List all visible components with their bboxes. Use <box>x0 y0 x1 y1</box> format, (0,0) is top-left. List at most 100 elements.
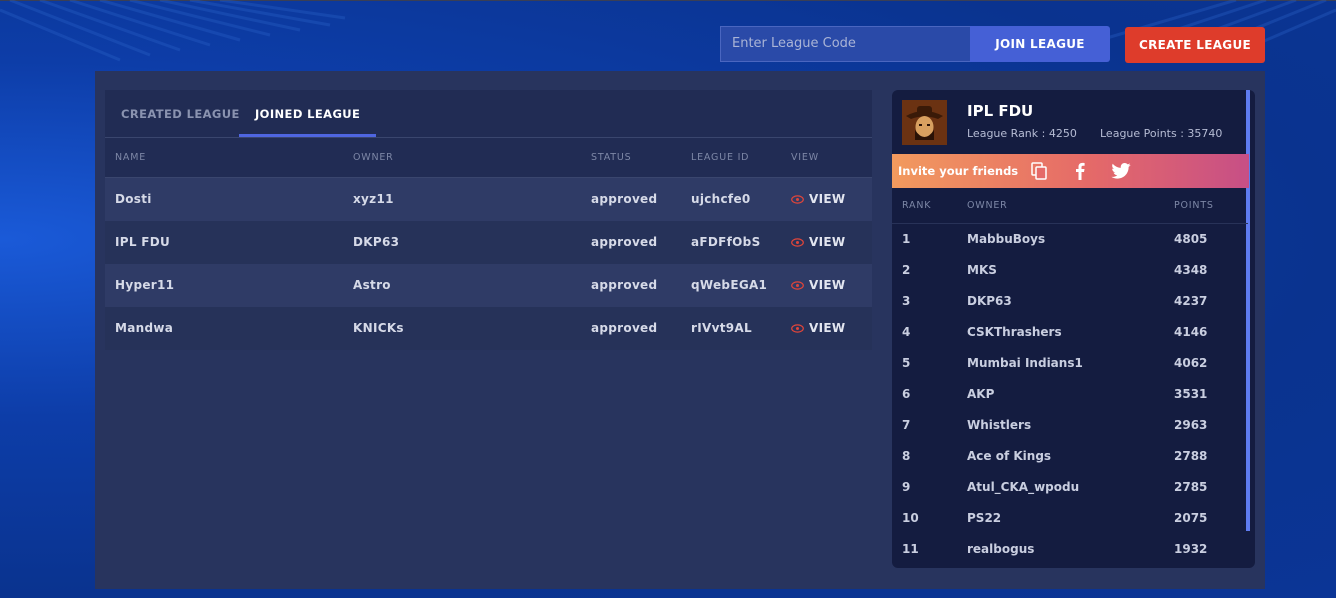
column-header-status: STATUS <box>591 152 632 163</box>
leaderboard-rank: 1 <box>902 232 911 246</box>
leaderboard-row: 8 Ace of Kings 2788 <box>892 441 1248 472</box>
copy-icon[interactable] <box>1028 160 1050 182</box>
view-label: VIEW <box>809 278 846 292</box>
leaderboard-points: 1932 <box>1174 542 1208 556</box>
view-label: VIEW <box>809 192 846 206</box>
join-league-button[interactable]: JOIN LEAGUE <box>970 26 1110 62</box>
league-owner: Astro <box>353 278 391 292</box>
league-points: League Points : 35740 <box>1100 127 1223 140</box>
leaderboard-rank: 8 <box>902 449 911 463</box>
leaderboard-rank: 6 <box>902 387 911 401</box>
leaderboard-row: 5 Mumbai Indians1 4062 <box>892 348 1248 379</box>
leaderboard-row: 6 AKP 3531 <box>892 379 1248 410</box>
leaderboard-row: 4 CSKThrashers 4146 <box>892 317 1248 348</box>
leaderboard-points: 4237 <box>1174 294 1208 308</box>
leaderboard-row: 7 Whistlers 2963 <box>892 410 1248 441</box>
column-header-owner: OWNER <box>967 200 1008 211</box>
tab-created-league[interactable]: CREATED LEAGUE <box>121 90 240 138</box>
view-link[interactable]: VIEW <box>791 221 845 264</box>
leaderboard-points: 2963 <box>1174 418 1208 432</box>
main-panel: CREATED LEAGUE JOINED LEAGUE NAME OWNER … <box>95 71 1265 589</box>
leaderboard-rank: 9 <box>902 480 911 494</box>
leaderboard-row: 1 MabbuBoys 4805 <box>892 224 1248 255</box>
leaderboard-list: 1 MabbuBoys 4805 2 MKS 4348 3 DKP63 4237 4 CSKThra… <box>892 224 1248 565</box>
league-name: Mandwa <box>115 321 174 335</box>
leaderboard-points: 4146 <box>1174 325 1208 339</box>
leaderboard-rank: 7 <box>902 418 911 432</box>
eye-icon <box>791 324 804 333</box>
league-id: qWebEGA1 <box>691 278 768 292</box>
view-link[interactable]: VIEW <box>791 307 845 350</box>
league-id: ujchcfe0 <box>691 192 751 206</box>
table-header: NAME OWNER STATUS LEAGUE ID VIEW <box>105 138 872 178</box>
table-row: IPL FDU DKP63 approved aFDFfObS VIEW <box>105 221 872 264</box>
create-league-button[interactable]: CREATE LEAGUE <box>1125 27 1265 63</box>
twitter-icon[interactable] <box>1110 160 1132 182</box>
table-row: Dosti xyz11 approved ujchcfe0 VIEW <box>105 178 872 221</box>
view-label: VIEW <box>809 321 846 335</box>
table-row: Mandwa KNICKs approved rIVvt9AL VIEW <box>105 307 872 350</box>
top-border <box>0 0 1336 1</box>
column-header-owner: OWNER <box>353 152 394 163</box>
league-id: aFDFfObS <box>691 235 761 249</box>
leaderboard-points: 4062 <box>1174 356 1208 370</box>
column-header-view: VIEW <box>791 152 819 163</box>
league-tabs: CREATED LEAGUE JOINED LEAGUE <box>105 90 872 138</box>
league-name: Dosti <box>115 192 152 206</box>
league-title: IPL FDU <box>967 102 1034 120</box>
league-status: approved <box>591 321 658 335</box>
column-header-rank: RANK <box>902 200 932 211</box>
leaderboard-points: 4348 <box>1174 263 1208 277</box>
leaderboard-row: 3 DKP63 4237 <box>892 286 1248 317</box>
league-id: rIVvt9AL <box>691 321 752 335</box>
leaderboard-points: 2075 <box>1174 511 1208 525</box>
league-owner: xyz11 <box>353 192 394 206</box>
column-header-name: NAME <box>115 152 147 163</box>
leaderboard-points: 4805 <box>1174 232 1208 246</box>
leaderboard-rank: 11 <box>902 542 919 556</box>
leaderboard-header: RANK OWNER POINTS <box>892 188 1248 224</box>
eye-icon <box>791 281 804 290</box>
leaderboard-points: 2785 <box>1174 480 1208 494</box>
league-status: approved <box>591 235 658 249</box>
leaderboard-row: 9 Atul_CKA_wpodu 2785 <box>892 472 1248 503</box>
league-name: IPL FDU <box>115 235 171 249</box>
leaderboard-owner: Mumbai Indians1 <box>967 356 1083 370</box>
league-detail-header: IPL FDU League Rank : 4250 League Points… <box>892 90 1248 154</box>
leaderboard-owner: PS22 <box>967 511 1002 525</box>
leaderboard-owner: MabbuBoys <box>967 232 1046 246</box>
view-label: VIEW <box>809 235 846 249</box>
leaderboard-row: 10 PS22 2075 <box>892 503 1248 534</box>
leaderboard-rank: 10 <box>902 511 919 525</box>
tab-joined-league[interactable]: JOINED LEAGUE <box>239 90 377 137</box>
league-owner: DKP63 <box>353 235 400 249</box>
leaderboard-owner: DKP63 <box>967 294 1012 308</box>
leaderboard-owner: Atul_CKA_wpodu <box>967 480 1080 494</box>
leaderboard-rank: 2 <box>902 263 911 277</box>
league-owner: KNICKs <box>353 321 404 335</box>
league-detail-card: IPL FDU League Rank : 4250 League Points… <box>892 90 1255 568</box>
leaderboard-row: 2 MKS 4348 <box>892 255 1248 286</box>
leaderboard-owner: realbogus <box>967 542 1035 556</box>
eye-icon <box>791 195 804 204</box>
league-status: approved <box>591 278 658 292</box>
league-name: Hyper11 <box>115 278 175 292</box>
invite-label: Invite your friends <box>898 164 1019 178</box>
eye-icon <box>791 238 804 247</box>
leaderboard-points: 3531 <box>1174 387 1208 401</box>
column-header-league-id: LEAGUE ID <box>691 152 750 163</box>
league-avatar <box>902 100 947 145</box>
leaderboard-owner: Ace of Kings <box>967 449 1052 463</box>
league-rank: League Rank : 4250 <box>967 127 1077 140</box>
invite-bar: Invite your friends <box>892 154 1249 188</box>
leaderboard-owner: MKS <box>967 263 997 277</box>
league-code-input[interactable] <box>720 26 970 62</box>
view-link[interactable]: VIEW <box>791 178 845 221</box>
view-link[interactable]: VIEW <box>791 264 845 307</box>
leaderboard-row: 11 realbogus 1932 <box>892 534 1248 565</box>
leaderboard-rank: 3 <box>902 294 911 308</box>
leaderboard-owner: Whistlers <box>967 418 1032 432</box>
leaderboard-points: 2788 <box>1174 449 1208 463</box>
league-table-card: CREATED LEAGUE JOINED LEAGUE NAME OWNER … <box>105 90 872 350</box>
facebook-icon[interactable] <box>1069 160 1091 182</box>
